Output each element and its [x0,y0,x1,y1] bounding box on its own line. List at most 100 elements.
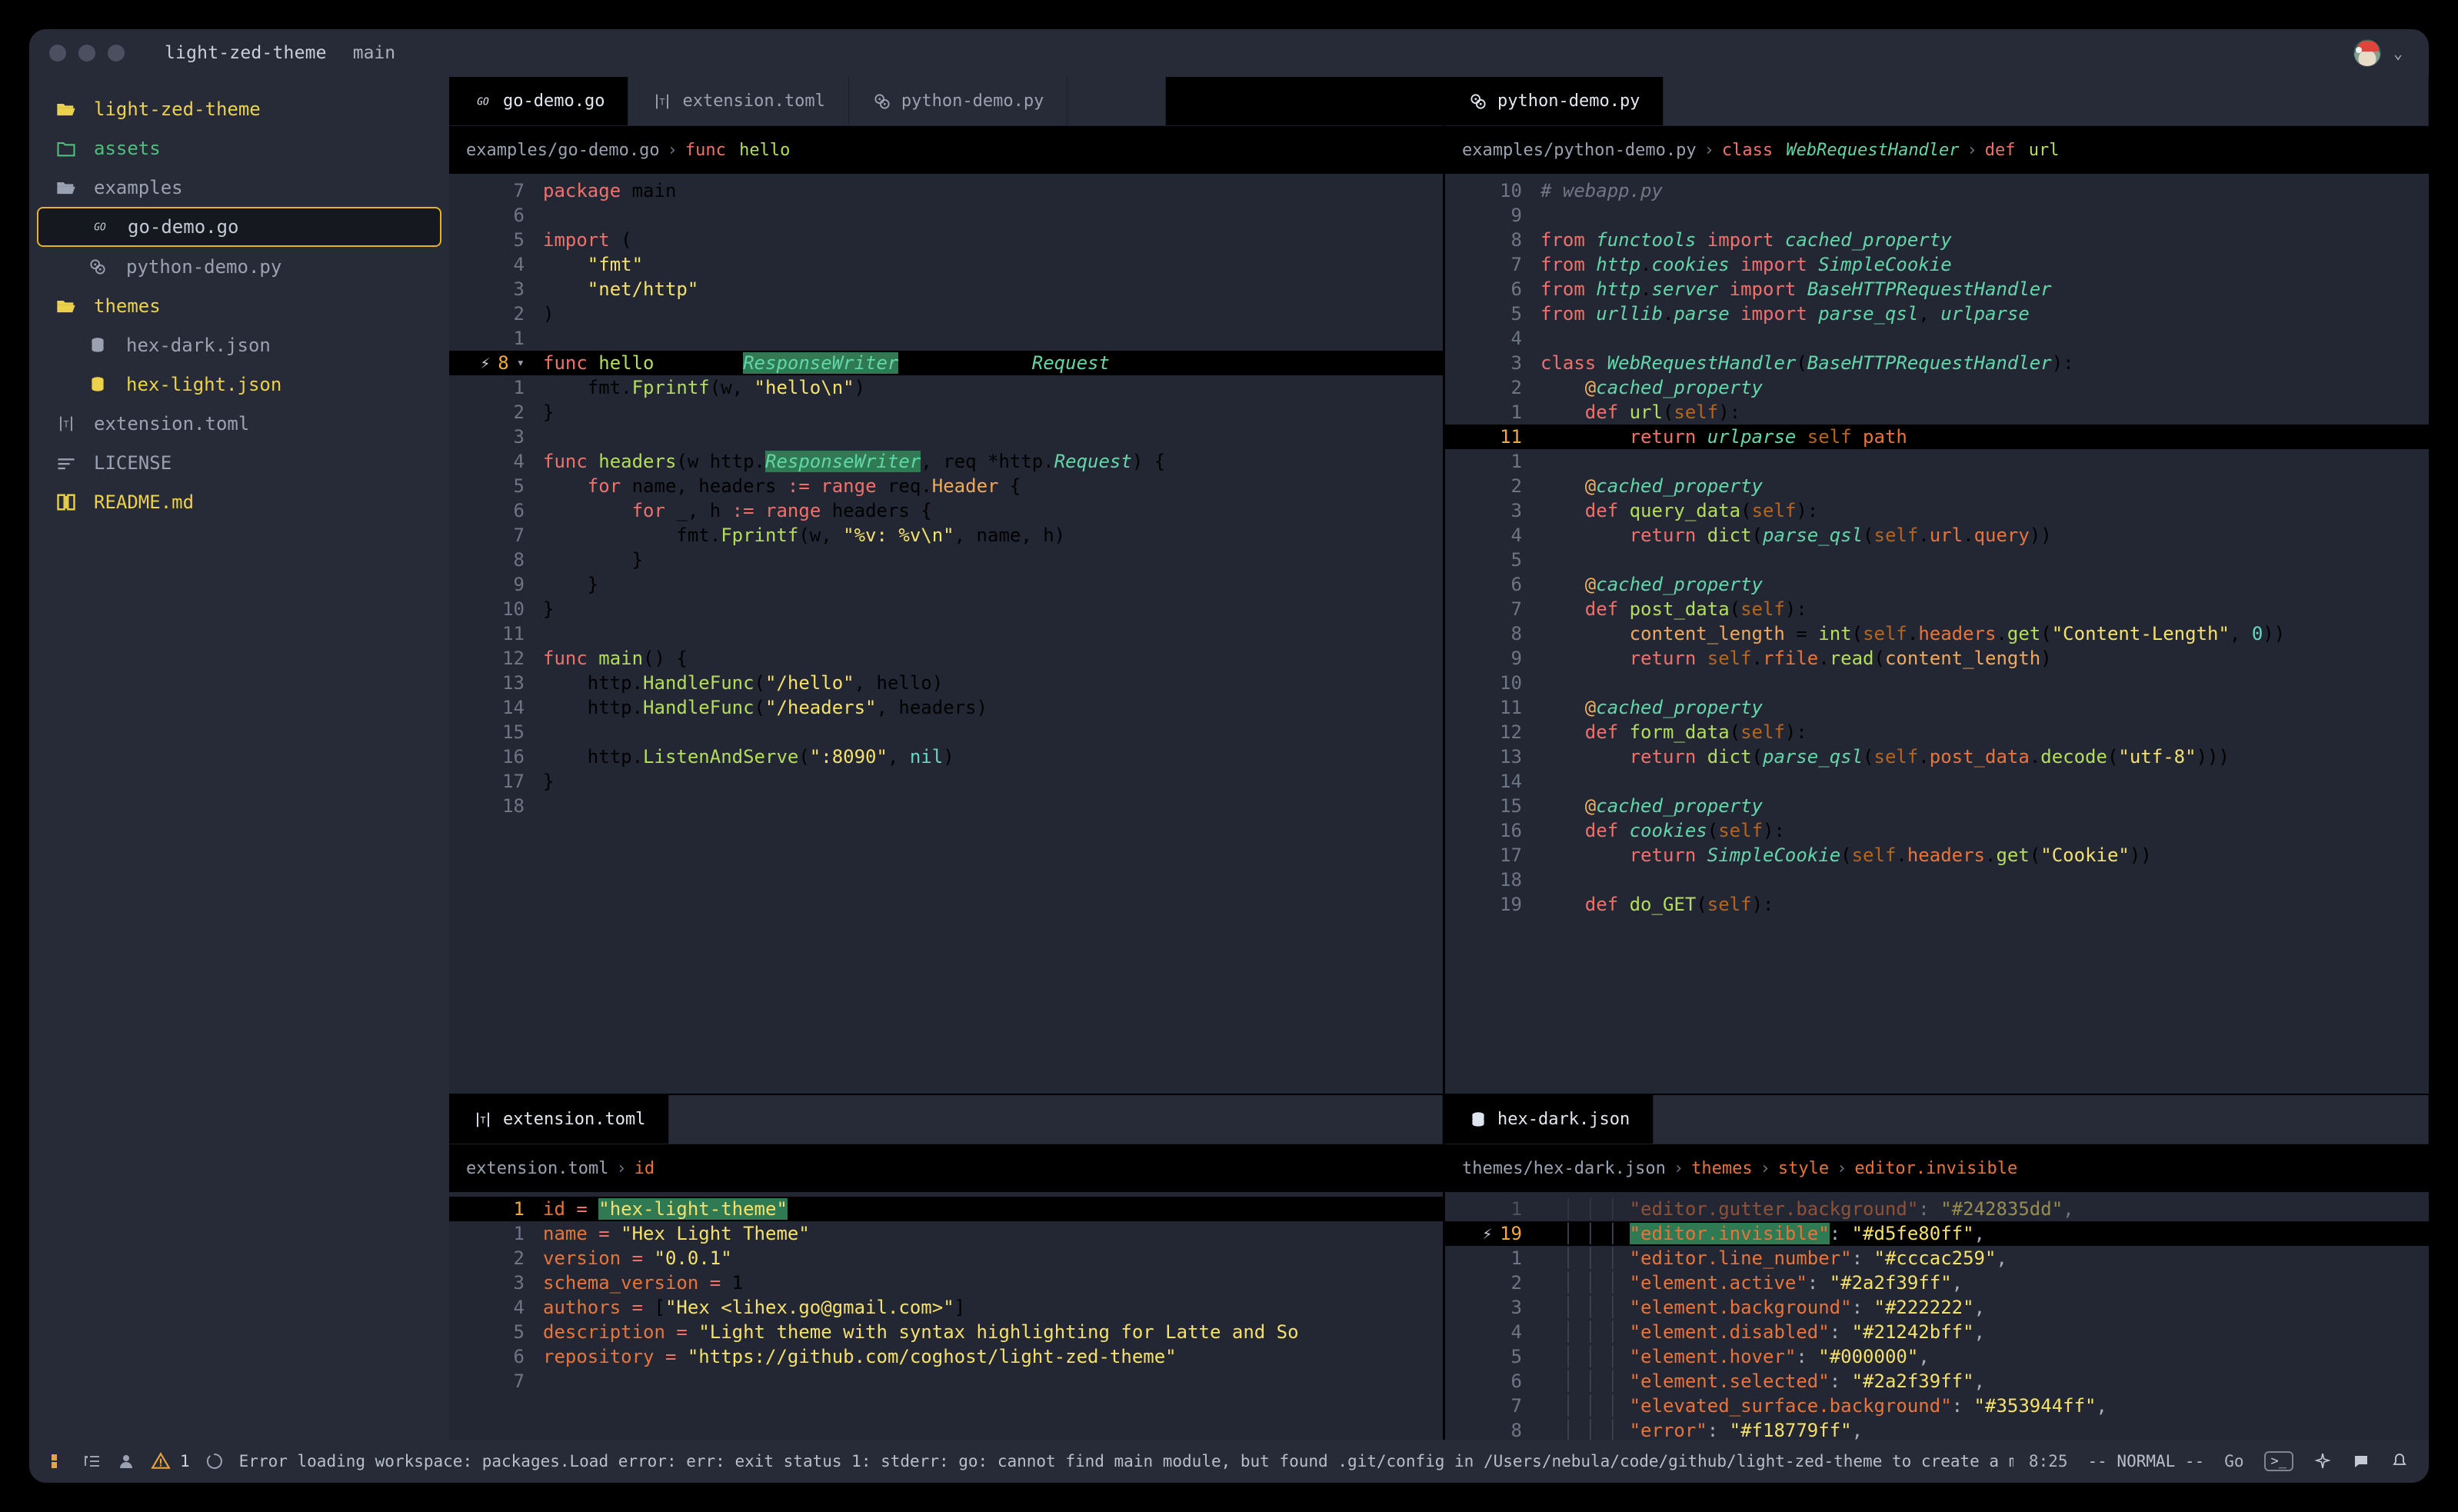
code-line[interactable]: 3 [449,425,1443,449]
file-tree-item[interactable]: assets [29,128,449,168]
file-tree-item[interactable]: README.md [29,482,449,521]
code-line[interactable]: 6from http.server import BaseHTTPRequest… [1445,277,2429,301]
code-line[interactable]: 1 def url(self): [1445,400,2429,425]
code-line[interactable]: 4func headers(w http.ResponseWriter, req… [449,449,1443,474]
code-line[interactable]: 7 [449,1369,1443,1394]
code-line[interactable]: 13 http.HandleFunc("/hello", hello) [449,671,1443,695]
warning-triangle-icon[interactable] [151,1451,171,1471]
tab-extension-toml[interactable]: Textension.toml [628,77,848,125]
outline-panel-icon[interactable] [83,1452,102,1470]
maximize-window-button[interactable] [108,45,125,62]
json-line[interactable]: ⚡19 │ │ │ "editor.invisible": "#d5fe80ff… [1445,1221,2429,1246]
code-line[interactable]: 3schema_version = 1 [449,1271,1443,1295]
code-line[interactable]: 2) [449,301,1443,326]
code-line[interactable]: 4 [1445,326,2429,351]
code-line[interactable]: 5import ( [449,228,1443,252]
code-line[interactable]: 10 [1445,671,2429,695]
breadcrumb-go-demo[interactable]: examples/go-demo.go › func hello [449,126,1443,174]
code-line[interactable]: 3 "net/http" [449,277,1443,301]
code-line[interactable]: 8 } [449,548,1443,572]
code-editor-python-demo[interactable]: 10# webapp.py98from functools import cac… [1445,174,2429,1094]
code-line[interactable]: 5 for name, headers := range req.Header … [449,474,1443,498]
close-window-button[interactable] [49,45,66,62]
file-tree[interactable]: light-zed-themeassetsexamplesGOgo-demo.g… [29,89,449,521]
language-indicator[interactable]: Go [2224,1452,2243,1470]
code-line[interactable]: 9 } [449,572,1443,597]
code-line[interactable]: 10} [449,597,1443,621]
code-line[interactable]: 18 [449,794,1443,818]
bell-icon[interactable] [2390,1452,2409,1470]
json-line[interactable]: 2 │ │ │ "element.active": "#2a2f39ff", [1445,1271,2429,1295]
code-line[interactable]: 1 [1445,449,2429,474]
code-line[interactable]: 4 "fmt" [449,252,1443,277]
code-line[interactable]: 6repository = "https://github.com/coghos… [449,1344,1443,1369]
code-line[interactable]: 7 def post_data(self): [1445,597,2429,621]
code-line[interactable]: 4 return dict(parse_qsl(self.url.query)) [1445,523,2429,548]
tab-bar-bottom-left[interactable]: Textension.toml [449,1095,1443,1144]
file-tree-item[interactable]: examples [29,168,449,207]
code-line[interactable]: 17 return SimpleCookie(self.headers.get(… [1445,843,2429,868]
code-line[interactable]: 3 def query_data(self): [1445,498,2429,523]
file-tree-item[interactable]: GOgo-demo.go [37,207,441,247]
breadcrumb-python-demo[interactable]: examples/python-demo.py › class WebReque… [1445,126,2429,174]
terminal-icon[interactable]: >_ [2264,1451,2293,1471]
json-line[interactable]: 7 │ │ │ "elevated_surface.background": "… [1445,1394,2429,1418]
code-line[interactable]: 2} [449,400,1443,425]
file-tree-item[interactable]: python-demo.py [29,247,449,286]
code-line[interactable]: 6 for _, h := range headers { [449,498,1443,523]
project-panel-icon[interactable] [49,1452,68,1470]
json-line[interactable]: 1 │ │ │ "editor.line_number": "#cccac259… [1445,1246,2429,1271]
file-tree-item[interactable]: themes [29,286,449,325]
code-line[interactable]: 4authors = ["Hex <lihex.go@gmail.com>"] [449,1295,1443,1320]
code-line[interactable]: 1 [449,326,1443,351]
json-line[interactable]: 4 │ │ │ "element.disabled": "#21242bff", [1445,1320,2429,1344]
code-line[interactable]: 1 fmt.Fprintf(w, "hello\n") [449,375,1443,400]
minimize-window-button[interactable] [78,45,95,62]
cursor-position[interactable]: 8:25 [2029,1452,2068,1470]
chat-bubble-icon[interactable] [2352,1452,2370,1470]
tab-extension-toml[interactable]: Textension.toml [449,1095,669,1144]
code-line[interactable]: 8 content_length = int(self.headers.get(… [1445,621,2429,646]
json-line[interactable]: 3 │ │ │ "element.background": "#222222", [1445,1295,2429,1320]
code-line[interactable]: 6 [449,203,1443,228]
tab-python-demo-py[interactable]: python-demo.py [1445,77,1664,125]
file-tree-item[interactable]: Textension.toml [29,404,449,443]
code-line[interactable]: 5 [1445,548,2429,572]
file-tree-item[interactable]: light-zed-theme [29,89,449,128]
tab-bar-top-right[interactable]: python-demo.py [1445,77,2429,126]
code-line[interactable]: 1name = "Hex Light Theme" [449,1221,1443,1246]
code-line[interactable]: 5from urllib.parse import parse_qsl, url… [1445,301,2429,326]
code-line[interactable]: 13 return dict(parse_qsl(self.post_data.… [1445,744,2429,769]
code-line[interactable]: 17} [449,769,1443,794]
breadcrumb-hex-dark[interactable]: themes/hex-dark.json › themes › style › … [1445,1144,2429,1192]
code-line[interactable]: 7package main [449,178,1443,203]
code-line[interactable]: 5description = "Light theme with syntax … [449,1320,1443,1344]
code-line[interactable]: 14 http.HandleFunc("/headers", headers) [449,695,1443,720]
code-line[interactable]: 3class WebRequestHandler(BaseHTTPRequest… [1445,351,2429,375]
code-line[interactable]: 7 fmt.Fprintf(w, "%v: %v\n", name, h) [449,523,1443,548]
json-line[interactable]: 6 │ │ │ "element.selected": "#2a2f39ff", [1445,1369,2429,1394]
code-line[interactable]: 1id = "hex-light-theme" [449,1197,1443,1221]
code-line[interactable]: 11 return urlparse(self.path) [1445,425,2429,449]
file-tree-item[interactable]: hex-dark.json [29,325,449,365]
window-controls[interactable] [49,45,125,62]
fold-chevron-icon[interactable]: ▾ [517,351,525,375]
code-editor-go-demo[interactable]: 7package main65import (4 "fmt"3 "net/htt… [449,174,1443,1094]
code-editor-extension-toml[interactable]: 1id = "hex-light-theme"1name = "Hex Ligh… [449,1192,1443,1440]
chevron-down-icon[interactable]: ⌄ [2393,45,2403,61]
tab-hex-dark-json[interactable]: hex-dark.json [1445,1095,1654,1144]
code-line[interactable]: 14 [1445,769,2429,794]
code-line[interactable]: 10# webapp.py [1445,178,2429,203]
user-avatar-icon[interactable] [2353,39,2381,67]
file-tree-item[interactable]: hex-light.json [29,365,449,404]
collab-icon[interactable] [117,1452,135,1470]
code-line[interactable]: 12func main() { [449,646,1443,671]
code-line[interactable]: 16 def cookies(self): [1445,818,2429,843]
json-line[interactable]: 5 │ │ │ "element.hover": "#000000", [1445,1344,2429,1369]
code-editor-hex-dark-json[interactable]: 1 │ │ │ "editor.gutter.background": "#24… [1445,1192,2429,1440]
code-line[interactable]: ⚡8▾func hello(w http.ResponseWriter, req… [449,351,1443,375]
code-line[interactable]: 11 [449,621,1443,646]
tab-bar-top-left[interactable]: GOgo-demo.goTextension.tomlpython-demo.p… [449,77,1443,126]
code-line[interactable]: 15 @cached_property [1445,794,2429,818]
code-line[interactable]: 2 @cached_property [1445,474,2429,498]
